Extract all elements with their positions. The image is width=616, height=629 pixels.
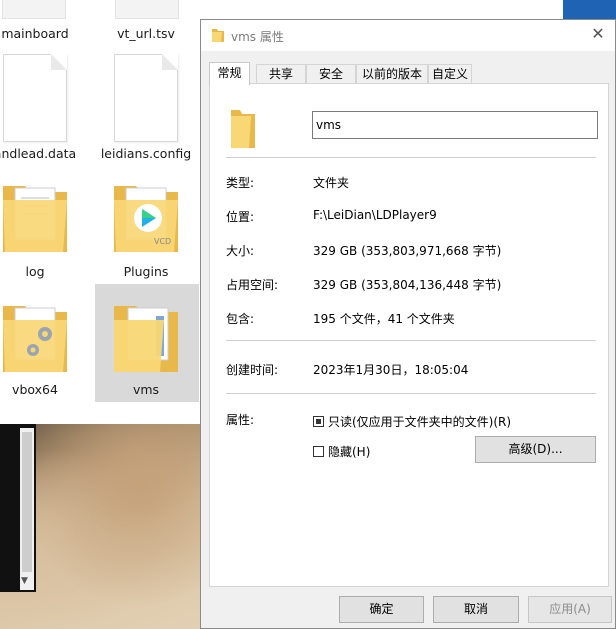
folder-label: vbox64	[12, 382, 58, 397]
folder-with-documents-icon	[3, 186, 67, 252]
properties-dialog: vms 属性 ✕ 常规 共享 安全 以前的版本 自定义 类型: 文件夹 位置: …	[200, 19, 616, 629]
created-value: 2023年1月30日，18:05:04	[313, 363, 469, 377]
folder-with-settings-icon	[3, 306, 67, 372]
size-value: 329 GB (353,803,971,668 字节)	[313, 244, 502, 258]
scrollbar-thumb[interactable]	[22, 432, 32, 572]
contains-label: 包含:	[226, 312, 255, 326]
file-label: andlead.data	[0, 146, 77, 161]
tab-security[interactable]: 安全	[306, 64, 356, 83]
folder-large-icon	[231, 110, 255, 148]
hidden-checkbox-label[interactable]: 隐藏(H)	[328, 443, 370, 460]
file-label: leidians.config	[100, 146, 192, 161]
folder-tile-log[interactable]: log	[0, 172, 87, 284]
folder-label: log	[25, 264, 45, 279]
folder-tile-vbox64[interactable]: vbox64	[0, 290, 87, 402]
location-label: 位置:	[226, 210, 255, 224]
advanced-button[interactable]: 高级(D)...	[475, 436, 596, 463]
folder-tile-vms[interactable]: vms	[94, 290, 198, 402]
explorer-window: mainboard vt_url.tsv andlead.data leidia…	[0, 0, 200, 420]
folder-icon	[114, 306, 178, 372]
tab-general[interactable]: 常规	[209, 62, 250, 85]
apply-button[interactable]: 应用(A)	[528, 596, 612, 623]
divider	[226, 393, 596, 394]
readonly-checkbox[interactable]	[313, 416, 324, 427]
attributes-label: 属性:	[226, 413, 255, 427]
size-on-disk-label: 占用空间:	[226, 278, 279, 292]
file-label: vt_url.tsv	[117, 26, 175, 41]
folder-tile-plugins[interactable]: VCD Plugins	[94, 172, 198, 284]
tab-customize[interactable]: 自定义	[428, 64, 472, 83]
folder-with-video-app-icon: VCD	[114, 186, 178, 252]
close-button[interactable]: ✕	[587, 23, 609, 45]
type-label: 类型:	[226, 176, 255, 190]
file-tile-leidians-config[interactable]: leidians.config	[94, 52, 198, 166]
document-icon	[114, 54, 178, 142]
folder-label: Plugins	[123, 264, 169, 279]
file-tile-andlead[interactable]: andlead.data	[0, 52, 87, 166]
general-panel: 类型: 文件夹 位置: F:\LeiDian\LDPlayer9 大小: 329…	[209, 83, 609, 587]
tab-sharing[interactable]: 共享	[256, 64, 306, 83]
readonly-checkbox-label[interactable]: 只读(仅应用于文件夹中的文件)(R)	[328, 413, 511, 430]
divider	[226, 157, 596, 158]
folder-label: vms	[132, 382, 160, 397]
dialog-title: vms 属性	[231, 30, 284, 44]
cancel-button[interactable]: 取消	[433, 596, 519, 623]
scroll-down-arrow-icon[interactable]: ▼	[21, 576, 28, 586]
created-label: 创建时间:	[226, 363, 279, 377]
contains-value: 195 个文件，41 个文件夹	[313, 312, 455, 326]
type-value: 文件夹	[313, 176, 350, 190]
title-bar[interactable]: vms 属性 ✕	[201, 20, 615, 51]
file-label: mainboard	[1, 26, 69, 41]
folder-icon	[212, 29, 224, 42]
size-label: 大小:	[226, 244, 255, 258]
document-icon	[3, 54, 67, 142]
vcd-badge: VCD	[154, 237, 171, 246]
hidden-checkbox[interactable]	[313, 446, 324, 457]
ok-button[interactable]: 确定	[339, 596, 424, 623]
tab-previous-versions[interactable]: 以前的版本	[356, 64, 428, 83]
folder-name-input[interactable]	[312, 111, 598, 139]
location-value: F:\LeiDian\LDPlayer9	[313, 208, 437, 222]
size-on-disk-value: 329 GB (353,804,136,448 字节)	[313, 278, 502, 292]
divider	[226, 340, 596, 341]
